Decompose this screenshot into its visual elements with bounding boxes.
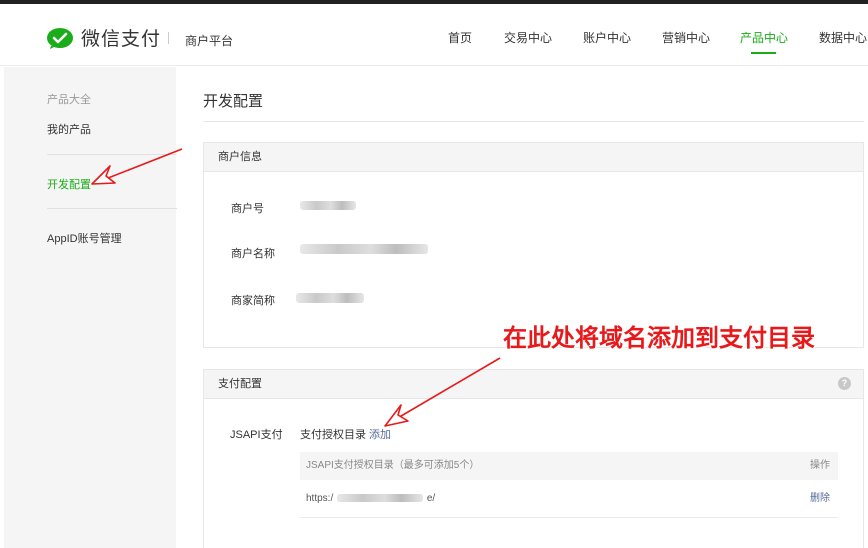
nav-active-indicator (751, 52, 776, 54)
sidebar: 产品大全 我的产品 开发配置 AppID账号管理 (4, 67, 177, 548)
merchant-id-redacted (300, 201, 356, 210)
jsapi-payment-label: JSAPI支付 (230, 429, 283, 441)
sidebar-divider (47, 154, 177, 155)
payment-auth-dir-label: 支付授权目录 (300, 429, 366, 441)
nav-trade-center[interactable]: 交易中心 (504, 29, 552, 46)
merchant-short-name-redacted (296, 293, 364, 303)
sidebar-category: 产品大全 (47, 94, 91, 106)
nav-product-center[interactable]: 产品中心 (740, 29, 788, 46)
merchant-id-label: 商户号 (231, 203, 264, 215)
title-divider (203, 121, 864, 122)
auth-dir-column-header: JSAPI支付授权目录（最多可添加5个） (306, 460, 480, 471)
help-icon[interactable]: ? (838, 377, 851, 390)
main-nav: 首页 交易中心 账户中心 营销中心 产品中心 数据中心 (0, 29, 868, 59)
auth-dir-url-redacted (337, 494, 424, 502)
merchant-short-name-label: 商家简称 (231, 295, 275, 307)
table-row: https:/ e/ 删除 (300, 480, 838, 518)
merchant-name-label: 商户名称 (231, 248, 275, 260)
sidebar-divider (47, 208, 177, 209)
payment-config-panel: 支付配置 ? JSAPI支付 支付授权目录 添加 JSAPI支付授权目录（最多可… (203, 369, 864, 548)
nav-data-center[interactable]: 数据中心 (819, 29, 867, 46)
auth-dir-url-prefix: https:/ (306, 493, 334, 504)
auth-dir-url-suffix: e/ (426, 493, 436, 504)
merchant-info-heading: 商户信息 (204, 143, 863, 172)
nav-home[interactable]: 首页 (448, 29, 472, 46)
delete-dir-link[interactable]: 删除 (810, 480, 830, 518)
page-title: 开发配置 (203, 93, 264, 110)
sidebar-item-dev-config[interactable]: 开发配置 (47, 176, 91, 192)
operation-column-header: 操作 (810, 460, 830, 471)
sidebar-item-my-products[interactable]: 我的产品 (47, 121, 91, 137)
payment-config-heading-text: 支付配置 (218, 378, 262, 390)
nav-marketing-center[interactable]: 营销中心 (662, 29, 710, 46)
sidebar-item-appid-management[interactable]: AppID账号管理 (47, 230, 122, 246)
nav-account-center[interactable]: 账户中心 (583, 29, 631, 46)
payment-config-heading: 支付配置 ? (204, 370, 863, 399)
auth-dir-table-header: JSAPI支付授权目录（最多可添加5个） 操作 (300, 452, 838, 480)
auth-dir-table: JSAPI支付授权目录（最多可添加5个） 操作 https:/ e/ 删除 (300, 452, 838, 518)
add-dir-link[interactable]: 添加 (369, 426, 391, 442)
annotation-callout: 在此处将域名添加到支付目录 (503, 324, 815, 352)
header: 微信支付 商户平台 首页 交易中心 账户中心 营销中心 产品中心 数据中心 (0, 4, 868, 66)
merchant-name-redacted (300, 244, 428, 254)
